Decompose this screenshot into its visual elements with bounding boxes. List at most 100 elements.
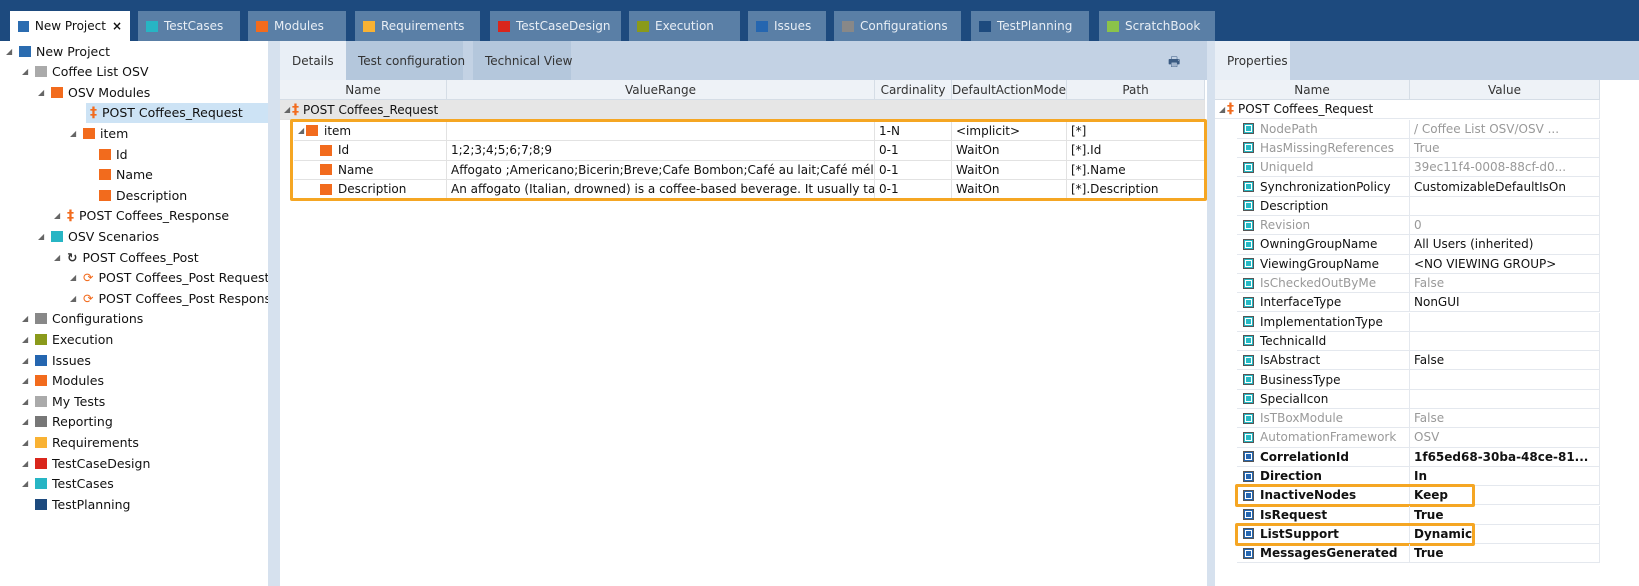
tree-item[interactable]: ◢ item (70, 123, 128, 143)
tree-item[interactable]: ◢ OSV Modules (38, 82, 150, 102)
expand-arrow-icon[interactable]: ◢ (22, 417, 30, 426)
tree-item[interactable]: ◢ My Tests (22, 391, 105, 411)
property-value[interactable]: 0 (1410, 216, 1600, 236)
property-name[interactable]: TechnicalId (1237, 331, 1410, 352)
property-value[interactable]: In (1410, 466, 1600, 487)
property-name[interactable]: IsTBoxModule (1237, 409, 1410, 429)
tree-item[interactable]: ◢ Issues (22, 350, 91, 370)
tree-item[interactable]: ◢ New Project (6, 41, 110, 61)
row-mode[interactable]: <implicit> (952, 121, 1067, 141)
property-value[interactable]: 1f65ed68-30ba-48ce-81... (1410, 447, 1600, 467)
expand-arrow-icon[interactable]: ◢ (22, 438, 30, 447)
property-value[interactable]: Dynamic (1410, 524, 1600, 545)
row-path[interactable]: [*] (1067, 121, 1205, 141)
property-name[interactable]: InterfaceType (1237, 293, 1410, 313)
tree-item[interactable]: Description (86, 185, 187, 205)
property-name[interactable]: InactiveNodes (1237, 486, 1410, 506)
expand-arrow-icon[interactable]: ◢ (22, 314, 30, 323)
expand-arrow-icon[interactable]: ◢ (22, 356, 30, 365)
tree-item[interactable]: ◢ Coffee List OSV (22, 62, 149, 82)
tab-new-project[interactable]: New Project × (10, 11, 130, 41)
tree-item[interactable]: Id (86, 144, 128, 164)
property-value[interactable] (1410, 370, 1600, 390)
property-value[interactable]: False (1410, 273, 1600, 294)
expand-arrow-icon[interactable]: ◢ (70, 273, 78, 282)
tab-testcases[interactable]: TestCases (138, 11, 240, 41)
tree-item[interactable]: Name (86, 165, 153, 185)
property-name[interactable]: AutomationFramework (1237, 428, 1410, 448)
tree-item[interactable]: ◢ ↻ POST Coffees_Post (54, 247, 199, 267)
tab-execution[interactable]: Execution (629, 11, 740, 41)
tab-test-configuration[interactable]: Test configuration (346, 41, 465, 80)
expand-arrow-icon[interactable]: ◢ (22, 376, 30, 385)
row-name[interactable]: Description (294, 179, 447, 200)
property-name[interactable]: Revision (1237, 216, 1410, 236)
expand-arrow-icon[interactable]: ◢ (22, 67, 30, 76)
row-mode[interactable]: WaitOn (952, 160, 1067, 180)
tab-testcasedesign[interactable]: TestCaseDesign (490, 11, 621, 41)
row-name[interactable]: ◢ item (294, 121, 447, 141)
property-name[interactable]: CorrelationId (1237, 447, 1410, 467)
column-header[interactable]: Name (280, 80, 447, 100)
property-value[interactable]: False (1410, 351, 1600, 371)
column-header[interactable]: DefaultActionMode (952, 80, 1067, 100)
property-name[interactable]: ImplementationType (1237, 312, 1410, 332)
expand-arrow-icon[interactable]: ◢ (38, 88, 46, 97)
tree-item[interactable]: ◢ Configurations (22, 309, 143, 329)
expand-arrow-icon[interactable]: ◢ (70, 129, 78, 138)
tab-configurations[interactable]: Configurations (834, 11, 961, 41)
row-path[interactable]: [*].Id (1067, 140, 1205, 161)
row-mode[interactable]: WaitOn (952, 140, 1067, 161)
tree-item[interactable]: ◢ Modules (22, 371, 104, 391)
tab-technical-view[interactable]: Technical View (473, 41, 572, 80)
row-path[interactable]: [*].Description (1067, 179, 1205, 200)
expand-arrow-icon[interactable]: ◢ (22, 479, 30, 488)
property-name[interactable]: ViewingGroupName (1237, 254, 1410, 274)
property-name[interactable]: NodePath (1237, 119, 1410, 139)
property-value[interactable] (1410, 331, 1600, 352)
tab-issues[interactable]: Issues (748, 11, 826, 41)
tab-scratchbook[interactable]: ScratchBook (1099, 11, 1215, 41)
property-value[interactable]: True (1410, 544, 1600, 564)
tree-item[interactable]: ◢ Requirements (22, 432, 139, 452)
row-valuerange[interactable]: Affogato ;Americano;Bicerin;Breve;Cafe B… (447, 160, 875, 180)
column-header[interactable]: ValueRange (447, 80, 875, 100)
expand-arrow-icon[interactable]: ◢ (22, 397, 30, 406)
column-header[interactable]: Cardinality (875, 80, 952, 100)
tree-item[interactable]: ◢ TestCaseDesign (22, 453, 150, 473)
property-value[interactable]: CustomizableDefaultIsOn (1410, 177, 1600, 197)
property-value[interactable]: OSV (1410, 428, 1600, 448)
property-value[interactable]: NonGUI (1410, 293, 1600, 313)
row-cardinality[interactable]: 0-1 (875, 140, 952, 161)
row-cardinality[interactable]: 1-N (875, 121, 952, 141)
expand-arrow-icon[interactable]: ◢ (22, 459, 30, 468)
expand-arrow-icon[interactable]: ◢ (298, 126, 306, 135)
left-splitter[interactable] (268, 41, 280, 586)
property-name[interactable]: UniqueId (1237, 158, 1410, 178)
expand-arrow-icon[interactable]: ◢ (54, 211, 62, 220)
property-value[interactable] (1410, 312, 1600, 332)
tree-item[interactable]: ◢ ‡ POST Coffees_Response (54, 206, 229, 226)
column-header[interactable]: Name (1215, 80, 1410, 100)
property-value[interactable]: True (1410, 138, 1600, 159)
row-valuerange[interactable] (447, 121, 875, 141)
close-tab-button[interactable]: × (112, 19, 122, 33)
property-value[interactable]: <NO VIEWING GROUP> (1410, 254, 1600, 274)
tree-item[interactable]: ◢ ⟳ POST Coffees_Post Request (70, 268, 269, 288)
property-value[interactable]: True (1410, 505, 1600, 525)
row-valuerange[interactable]: An affogato (Italian, drowned) is a coff… (447, 179, 875, 200)
tab-requirements[interactable]: Requirements (355, 11, 480, 41)
tree-item[interactable]: ◢ ⟳ POST Coffees_Post Response (70, 288, 279, 308)
property-value[interactable]: / Coffee List OSV/OSV ... (1410, 119, 1600, 139)
row-cardinality[interactable]: 0-1 (875, 160, 952, 180)
property-name[interactable]: SpecialIcon (1237, 389, 1410, 409)
property-value[interactable]: Keep (1410, 486, 1600, 506)
row-mode[interactable]: WaitOn (952, 179, 1067, 200)
property-name[interactable]: Direction (1237, 466, 1410, 487)
column-header[interactable]: Path (1067, 80, 1205, 100)
right-splitter[interactable] (1207, 41, 1215, 586)
print-icon[interactable]: 🖶 (1168, 53, 1180, 75)
expand-arrow-icon[interactable]: ◢ (22, 335, 30, 344)
tab-details[interactable]: Details (280, 41, 346, 80)
expand-arrow-icon[interactable]: ◢ (54, 253, 62, 262)
